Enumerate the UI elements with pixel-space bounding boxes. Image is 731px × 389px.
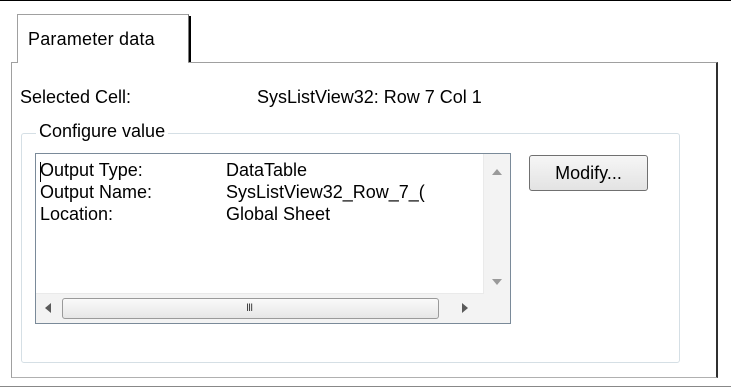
location-value: Global Sheet [226, 204, 331, 224]
output-name-key: Output Name: [40, 182, 153, 202]
list-item[interactable]: Output Name: SysListView32_Row_7_( [40, 182, 425, 203]
selected-cell-label: Selected Cell: [20, 87, 132, 107]
modify-button[interactable]: Modify... [529, 155, 648, 191]
list-item[interactable]: Output Type: DataTable [40, 160, 307, 181]
grip-icon: III [246, 302, 253, 314]
scrollbar-corner [484, 294, 510, 323]
window-top-border [0, 0, 731, 1]
scroll-down-arrow-icon[interactable] [492, 279, 502, 285]
location-key: Location: [40, 204, 114, 224]
scroll-up-arrow-icon[interactable] [492, 169, 502, 175]
configure-value-legend: Configure value [36, 121, 169, 142]
selected-cell-value: SysListView32: Row 7 Col 1 [257, 87, 482, 107]
scroll-left-arrow-icon[interactable] [45, 303, 51, 313]
output-name-value: SysListView32_Row_7_( [226, 182, 425, 202]
tab-label: Parameter data [28, 29, 155, 49]
vertical-scrollbar[interactable] [483, 154, 510, 294]
list-item[interactable]: Location: Global Sheet [40, 204, 330, 225]
output-type-value: DataTable [226, 160, 308, 180]
horizontal-scroll-thumb[interactable]: III [62, 298, 439, 319]
configure-value-listbox[interactable]: Output Type: DataTable Output Name: SysLis… [35, 153, 511, 324]
horizontal-scrollbar[interactable]: III [36, 293, 484, 323]
scroll-right-arrow-icon[interactable] [462, 303, 468, 313]
window-bottom-border [0, 386, 731, 387]
output-type-key: Output Type: [40, 160, 143, 180]
tab-parameter-data[interactable]: Parameter data [17, 14, 191, 62]
